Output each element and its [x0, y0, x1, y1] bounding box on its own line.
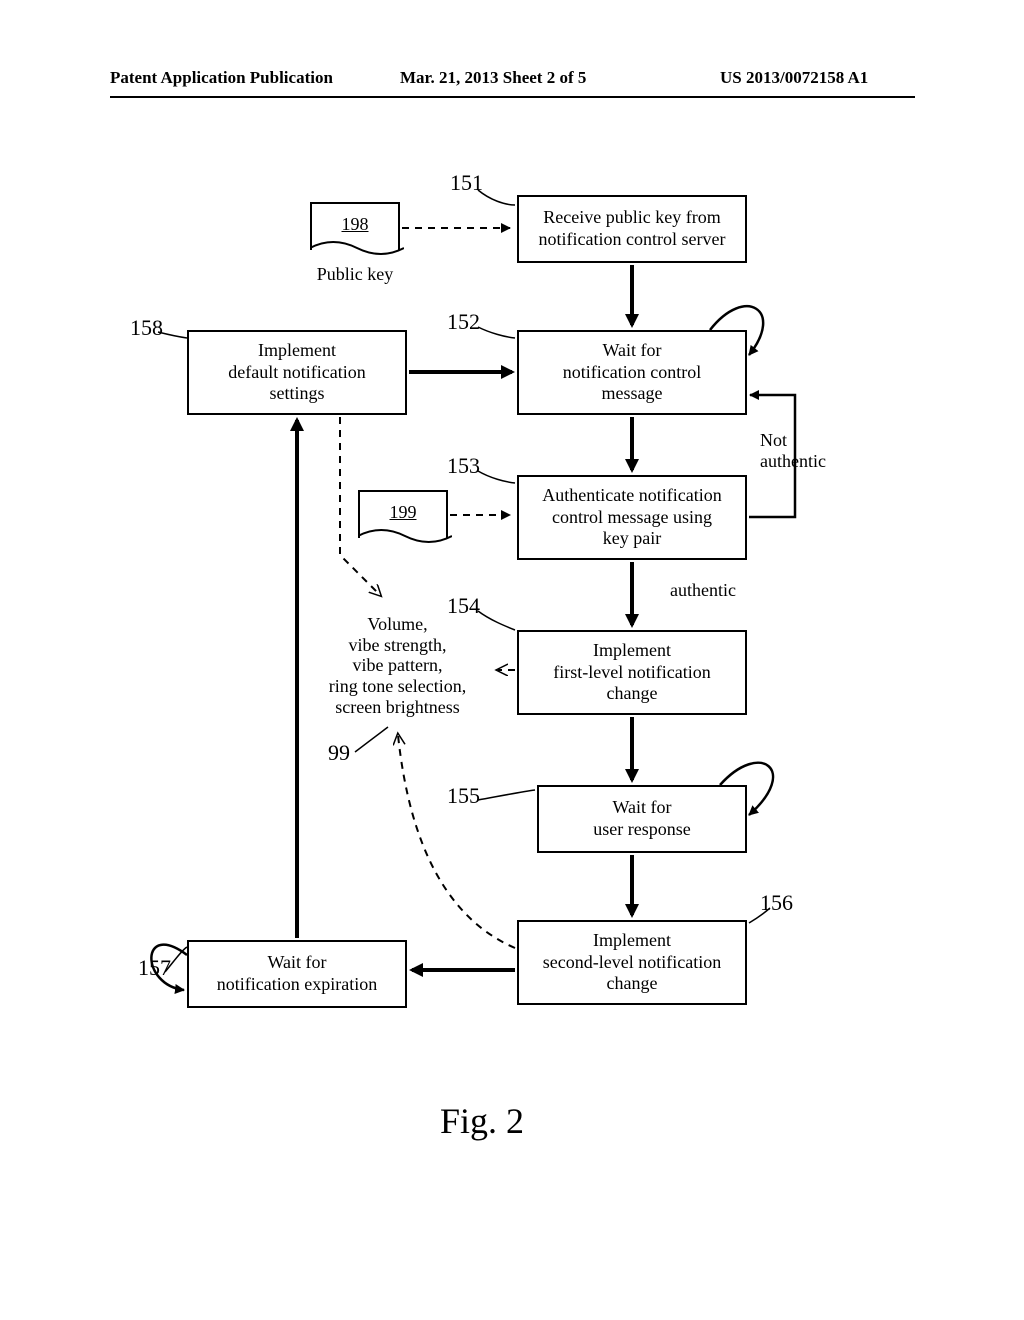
box-155-text: Wait for user response: [593, 797, 690, 840]
ref-157: 157: [138, 955, 171, 981]
header-left: Patent Application Publication: [110, 68, 333, 88]
ref-156: 156: [760, 890, 793, 916]
annotation-99-text: Volume, vibe strength, vibe pattern, rin…: [329, 614, 466, 717]
ref-199-in-doc: 199: [360, 492, 446, 523]
ref-99: 99: [328, 740, 350, 766]
header-right: US 2013/0072158 A1: [720, 68, 868, 88]
annotation-99: Volume, vibe strength, vibe pattern, rin…: [300, 614, 495, 717]
box-156: Implement second-level notification chan…: [517, 920, 747, 1005]
doc-198-bottom-wave: [310, 240, 404, 260]
doc-198: 198: [310, 202, 400, 250]
box-153-text: Authenticate notification control messag…: [542, 485, 721, 550]
public-key-label: Public key: [310, 264, 400, 285]
ref-151: 151: [450, 170, 483, 196]
box-151: Receive public key from notification con…: [517, 195, 747, 263]
box-157-text: Wait for notification expiration: [217, 952, 377, 995]
label-authentic: authentic: [670, 580, 736, 601]
page-header: Patent Application Publication Mar. 21, …: [0, 68, 1024, 98]
header-rule: [110, 96, 915, 98]
box-158: Implement default notification settings: [187, 330, 407, 415]
header-center: Mar. 21, 2013 Sheet 2 of 5: [400, 68, 586, 88]
box-155: Wait for user response: [537, 785, 747, 853]
ref-155: 155: [447, 783, 480, 809]
label-not-authentic: Not authentic: [760, 430, 850, 471]
ref-158: 158: [130, 315, 163, 341]
ref-198-in-doc: 198: [312, 204, 398, 235]
doc-199: 199: [358, 490, 448, 538]
box-151-text: Receive public key from notification con…: [539, 207, 726, 250]
box-154: Implement first-level notification chang…: [517, 630, 747, 715]
ref-154: 154: [447, 593, 480, 619]
box-152-text: Wait for notification control message: [563, 340, 701, 405]
doc-199-bottom-wave: [358, 528, 452, 548]
label-not-authentic-text: Not authentic: [760, 430, 826, 471]
ref-152: 152: [447, 309, 480, 335]
figure-caption: Fig. 2: [440, 1100, 524, 1142]
box-154-text: Implement first-level notification chang…: [553, 640, 710, 705]
box-152: Wait for notification control message: [517, 330, 747, 415]
box-158-text: Implement default notification settings: [228, 340, 365, 405]
box-153: Authenticate notification control messag…: [517, 475, 747, 560]
page: Patent Application Publication Mar. 21, …: [0, 0, 1024, 1320]
ref-153: 153: [447, 453, 480, 479]
box-157: Wait for notification expiration: [187, 940, 407, 1008]
box-156-text: Implement second-level notification chan…: [543, 930, 721, 995]
